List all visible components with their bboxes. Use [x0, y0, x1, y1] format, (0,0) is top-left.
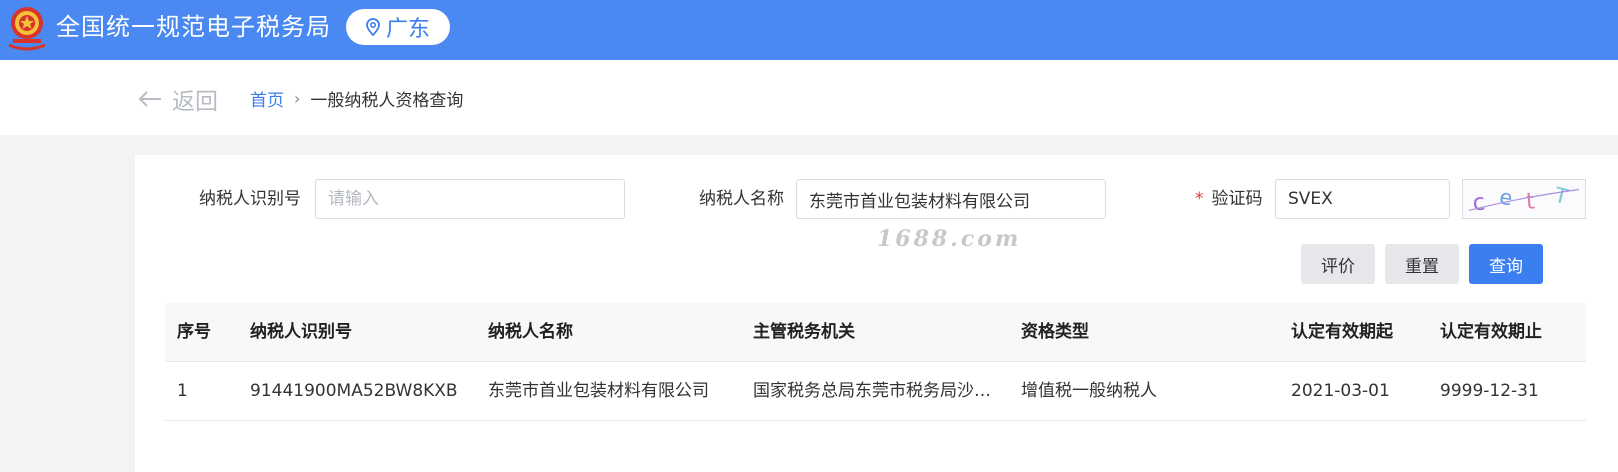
rate-button[interactable]: 评价 [1301, 244, 1375, 284]
captcha-char: c [1471, 189, 1486, 216]
reset-button[interactable]: 重置 [1385, 244, 1459, 284]
breadcrumb-home-link[interactable]: 首页 [250, 86, 284, 111]
region-selector[interactable]: 广东 [346, 9, 450, 45]
table-cell: 91441900MA52BW8KXB [250, 381, 458, 401]
captcha-char: e [1498, 185, 1514, 211]
arrow-left-icon [138, 91, 161, 107]
query-panel: 纳税人识别号 纳税人名称 * 验证码 c e t T 1688.com 评价 重置… [135, 155, 1618, 472]
table-cell: 东莞市首业包装材料有限公司 [488, 381, 709, 401]
breadcrumb-bar: 返回 首页 › 一般纳税人资格查询 [0, 60, 1618, 135]
table-cell: 9999-12-31 [1440, 381, 1539, 401]
taxpayer-name-label: 纳税人名称 [699, 189, 784, 209]
column-header: 主管税务机关 [753, 322, 855, 342]
watermark: 1688.com [877, 226, 1022, 252]
region-label: 广东 [385, 17, 430, 42]
top-header-bar: 全国统一规范电子税务局 广东 [0, 0, 1618, 60]
column-header: 序号 [177, 322, 211, 342]
back-button[interactable]: 返回 [138, 82, 218, 116]
tax-emblem-icon [8, 7, 46, 51]
table-cell: 1 [177, 381, 188, 401]
table-row: 1 91441900MA52BW8KXB 东莞市首业包装材料有限公司 国家税务总… [165, 362, 1586, 421]
search-button[interactable]: 查询 [1469, 244, 1543, 284]
taxpayer-id-label: 纳税人识别号 [199, 189, 301, 209]
app-title: 全国统一规范电子税务局 [56, 13, 331, 41]
column-header: 认定有效期起 [1291, 322, 1393, 342]
table-cell: 国家税务总局东莞市税务局沙… [753, 381, 991, 401]
captcha-image[interactable]: c e t T [1462, 179, 1586, 219]
required-mark: * [1195, 189, 1204, 209]
table-cell: 增值税一般纳税人 [1021, 381, 1157, 401]
captcha-char: t [1525, 188, 1536, 215]
column-header: 纳税人名称 [488, 322, 573, 342]
location-pin-icon [366, 18, 380, 36]
column-header: 纳税人识别号 [250, 322, 352, 342]
result-table: 序号 纳税人识别号 纳税人名称 主管税务机关 资格类型 认定有效期起 认定有效期… [165, 303, 1586, 421]
breadcrumb: 首页 › 一般纳税人资格查询 [250, 86, 463, 111]
taxpayer-id-input[interactable] [315, 179, 625, 219]
column-header: 资格类型 [1021, 322, 1089, 342]
breadcrumb-current: 一般纳税人资格查询 [310, 91, 464, 111]
back-label: 返回 [172, 89, 218, 115]
captcha-char: T [1551, 183, 1570, 210]
taxpayer-name-input[interactable] [796, 179, 1106, 219]
breadcrumb-separator: › [294, 89, 301, 108]
captcha-label: 验证码 [1211, 189, 1263, 209]
table-cell: 2021-03-01 [1291, 381, 1390, 401]
captcha-label-wrap: * 验证码 [1195, 179, 1263, 219]
table-header-row: 序号 纳税人识别号 纳税人名称 主管税务机关 资格类型 认定有效期起 认定有效期… [165, 303, 1586, 362]
column-header: 认定有效期止 [1440, 322, 1542, 342]
captcha-input[interactable] [1275, 179, 1450, 219]
